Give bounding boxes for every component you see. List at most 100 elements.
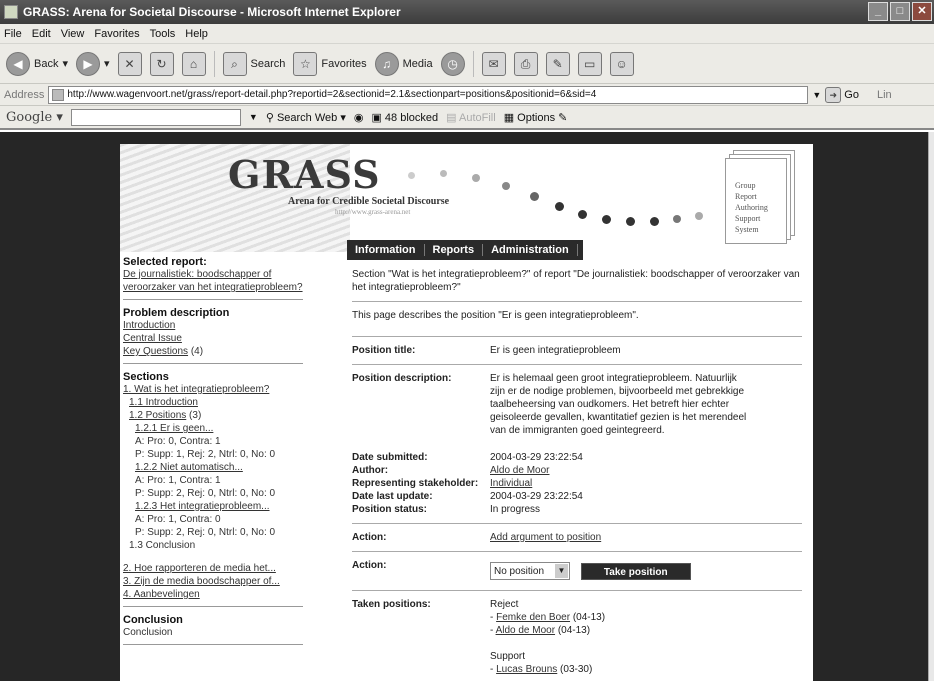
address-dropdown-icon[interactable]: ▼ xyxy=(812,90,821,100)
google-logo[interactable]: Google ▾ xyxy=(6,110,63,125)
reject-user-link[interactable]: Femke den Boer xyxy=(496,612,570,623)
selected-report-heading: Selected report: xyxy=(123,256,207,268)
section-4-link[interactable]: 4. Aanbevelingen xyxy=(123,588,303,601)
nav-reports[interactable]: Reports xyxy=(425,244,484,256)
site-tagline: Arena for Credible Societal Discourse xyxy=(288,196,450,207)
problem-description-heading: Problem description xyxy=(123,307,230,319)
google-toolbar: Google ▾ ▼ ⚲ Search Web ▾ ◉ ▣ 48 blocked… xyxy=(0,106,934,130)
discuss-icon[interactable]: ▭ xyxy=(577,51,602,76)
section-1-1-link[interactable]: 1.1 Introduction xyxy=(123,396,303,409)
site-logo[interactable]: GRASS xyxy=(228,152,381,197)
stop-icon[interactable]: ✕ xyxy=(117,51,142,76)
position-1-2-2-positions: P: Supp: 2, Rej: 0, Ntrl: 0, No: 0 xyxy=(135,488,276,499)
search-web-button[interactable]: ⚲ Search Web ▾ xyxy=(266,111,346,124)
media-button[interactable]: ♫ Media xyxy=(374,51,433,76)
chevron-down-icon: ▼ xyxy=(555,564,568,578)
central-issue-link[interactable]: Central Issue xyxy=(123,332,303,345)
nav-information[interactable]: Information xyxy=(347,244,425,256)
acronym-stack: Group Report Authoring Support System xyxy=(723,150,795,244)
vertical-scrollbar[interactable] xyxy=(928,132,934,681)
position-1-2-2-link[interactable]: 1.2.2 Niet automatisch... xyxy=(123,461,303,474)
site-header: GRASS Arena for Credible Societal Discou… xyxy=(120,144,813,254)
page-icon xyxy=(52,88,65,101)
reject-user-link[interactable]: Aldo de Moor xyxy=(496,625,555,636)
last-update-label: Date last update: xyxy=(352,491,433,502)
key-questions-link[interactable]: Key Questions xyxy=(123,346,188,357)
address-input[interactable]: http://www.wagenvoort.net/grass/report-d… xyxy=(48,85,809,104)
history-icon[interactable]: ◷ xyxy=(440,51,465,76)
take-position-button[interactable]: Take position xyxy=(580,562,691,580)
binoculars-icon: ⚲ xyxy=(265,111,274,124)
google-dropdown-icon[interactable]: ▼ xyxy=(249,112,258,122)
reject-item: - Aldo de Moor (04-13) xyxy=(490,625,591,636)
back-arrow-icon: ◀ xyxy=(6,51,30,76)
decoration-dot xyxy=(472,174,480,182)
support-user-link[interactable]: Lucas Brouns xyxy=(496,664,557,675)
autofill-button[interactable]: ▤ AutoFill xyxy=(446,111,496,124)
last-update-value: 2004-03-29 23:22:54 xyxy=(490,491,583,502)
date-submitted-value: 2004-03-29 23:22:54 xyxy=(490,452,583,463)
star-icon: ☆ xyxy=(293,51,318,76)
google-search-input[interactable] xyxy=(70,108,241,126)
go-arrow-icon: ➜ xyxy=(825,86,842,103)
nav-administration[interactable]: Administration xyxy=(483,244,578,256)
introduction-link[interactable]: Introduction xyxy=(123,319,303,332)
section-3-link[interactable]: 3. Zijn de media boodschapper of... xyxy=(123,575,303,588)
section-1-link[interactable]: 1. Wat is het integratieprobleem? xyxy=(123,383,303,396)
menu-favorites[interactable]: Favorites xyxy=(94,28,139,40)
position-1-2-2-arguments: A: Pro: 1, Contra: 1 xyxy=(135,475,221,486)
menu-tools[interactable]: Tools xyxy=(150,28,176,40)
edit-icon[interactable]: ✎ xyxy=(545,51,570,76)
options-button[interactable]: ▦ Options ✎ xyxy=(504,111,568,124)
go-button[interactable]: ➜ Go xyxy=(825,86,859,103)
decoration-dot xyxy=(626,217,635,226)
status-label: Position status: xyxy=(352,504,428,515)
menu-file[interactable]: File xyxy=(4,28,22,40)
search-button[interactable]: ⌕ Search xyxy=(222,51,285,76)
selected-report-link[interactable]: De journalistiek: boodschapper of veroor… xyxy=(123,268,303,294)
home-icon[interactable]: ⌂ xyxy=(181,51,206,76)
last-update-row: Date last update: 2004-03-29 23:22:54 xyxy=(352,490,802,503)
print-icon[interactable]: ⎙ xyxy=(513,51,538,76)
maximize-button[interactable]: □ xyxy=(890,2,910,21)
back-button[interactable]: ◀ Back ▾ xyxy=(6,51,68,76)
author-link[interactable]: Aldo de Moor xyxy=(490,465,549,476)
position-1-2-1-arguments: A: Pro: 0, Contra: 1 xyxy=(135,436,221,447)
stakeholder-link[interactable]: Individual xyxy=(490,478,532,489)
messenger-icon[interactable]: ☺ xyxy=(609,51,634,76)
menu-view[interactable]: View xyxy=(61,28,85,40)
stakeholder-row: Representing stakeholder: Individual xyxy=(352,477,802,490)
add-argument-link[interactable]: Add argument to position xyxy=(490,532,601,543)
status-row: Position status: In progress xyxy=(352,503,802,516)
decoration-dot xyxy=(502,182,510,190)
popup-blocker-button[interactable]: ▣ 48 blocked xyxy=(371,111,438,124)
favorites-button[interactable]: ☆ Favorites xyxy=(293,51,367,76)
page-content: GRASS Arena for Credible Societal Discou… xyxy=(120,144,813,681)
minimize-button[interactable]: _ xyxy=(868,2,888,21)
position-1-2-3-positions: P: Supp: 2, Rej: 0, Ntrl: 0, No: 0 xyxy=(135,527,276,538)
position-1-2-1-link[interactable]: 1.2.1 Er is geen... xyxy=(123,422,303,435)
decoration-dot xyxy=(440,170,447,177)
position-select[interactable]: No position ▼ xyxy=(490,562,570,580)
section-1-2-link[interactable]: 1.2 Positions xyxy=(129,410,186,421)
position-1-2-3-link[interactable]: 1.2.3 Het integratieprobleem... xyxy=(123,500,303,513)
action-label: Action: xyxy=(352,532,387,543)
pagerank-icon[interactable]: ◉ xyxy=(354,111,364,124)
section-2-link[interactable]: 2. Hoe rapporteren de media het... xyxy=(123,562,303,575)
date-submitted-row: Date submitted: 2004-03-29 23:22:54 xyxy=(352,451,802,464)
autofill-icon: ▤ xyxy=(446,111,457,124)
menu-bar: File Edit View Favorites Tools Help xyxy=(0,24,934,44)
main-content: Section "Wat is het integratieprobleem?"… xyxy=(352,268,802,676)
decoration-dot xyxy=(555,202,564,211)
close-button[interactable]: ✕ xyxy=(912,2,932,21)
section-intro: Section "Wat is het integratieprobleem?"… xyxy=(352,269,800,293)
links-label[interactable]: Lin xyxy=(877,89,892,101)
menu-edit[interactable]: Edit xyxy=(32,28,51,40)
mail-icon[interactable]: ✉ xyxy=(481,51,506,76)
forward-button[interactable]: ▶ ▾ xyxy=(76,51,110,76)
refresh-icon[interactable]: ↻ xyxy=(149,51,174,76)
menu-help[interactable]: Help xyxy=(185,28,208,40)
sections-heading: Sections xyxy=(123,371,169,383)
window-title: GRASS: Arena for Societal Discourse - Mi… xyxy=(23,5,401,19)
stakeholder-label: Representing stakeholder: xyxy=(352,478,479,489)
